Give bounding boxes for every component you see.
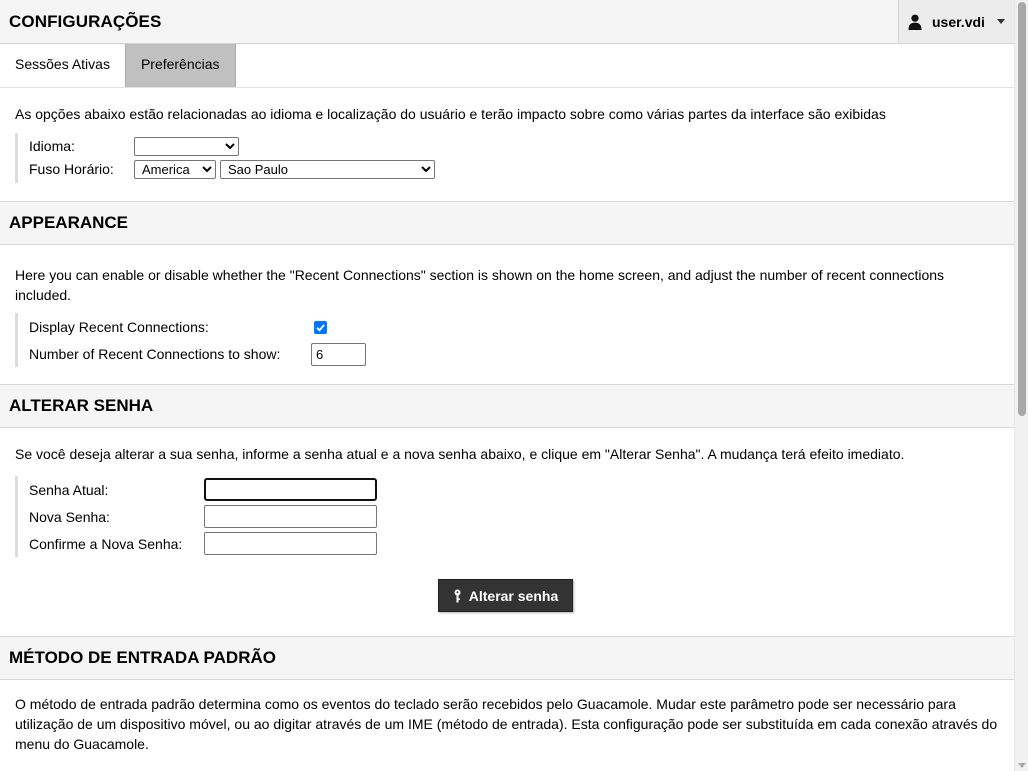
appearance-section: Here you can enable or disable whether t… xyxy=(0,245,1014,384)
display-recent-checkbox[interactable] xyxy=(314,320,327,334)
timezone-region-select[interactable]: America xyxy=(134,159,216,179)
input-method-section: O método de entrada padrão determina com… xyxy=(0,680,1014,754)
language-fieldset: Idioma: Fuso Horário: America Sao Paulo xyxy=(15,133,999,183)
timezone-city-select[interactable]: Sao Paulo xyxy=(220,159,435,179)
appearance-header: APPEARANCE xyxy=(0,201,1014,245)
language-select[interactable] xyxy=(134,136,239,156)
new-password-input[interactable] xyxy=(204,505,377,528)
new-password-label: Nova Senha: xyxy=(29,508,110,525)
timezone-label: Fuso Horário: xyxy=(29,161,114,177)
input-method-description: O método de entrada padrão determina com… xyxy=(15,696,998,752)
user-icon xyxy=(908,14,922,30)
appearance-fieldset: Display Recent Connections: Number of Re… xyxy=(15,313,999,367)
language-section: As opções abaixo estão relacionadas ao i… xyxy=(0,88,1014,201)
change-password-button[interactable]: Alterar senha xyxy=(438,579,573,612)
settings-page: CONFIGURAÇÕES user.vdi Sessões Ativas Pr… xyxy=(0,0,1014,771)
password-actions: Alterar senha xyxy=(15,579,999,612)
username-label: user.vdi xyxy=(932,13,985,30)
vertical-scrollbar[interactable] xyxy=(1014,0,1028,771)
password-fieldset: Senha Atual: Nova Senha: Confirme a Nova… xyxy=(15,476,999,557)
input-method-header: MÉTODO DE ENTRADA PADRÃO xyxy=(0,636,1014,680)
password-description: Se você deseja alterar a sua senha, info… xyxy=(15,446,905,462)
appearance-description: Here you can enable or disable whether t… xyxy=(15,267,945,303)
password-header: ALTERAR SENHA xyxy=(0,384,1014,428)
current-password-input[interactable] xyxy=(204,478,377,501)
change-password-label: Alterar senha xyxy=(468,587,559,604)
confirm-password-input[interactable] xyxy=(204,532,377,555)
password-section: Se você deseja alterar a sua senha, info… xyxy=(0,428,1014,632)
key-icon xyxy=(454,589,461,602)
page-title: CONFIGURAÇÕES xyxy=(9,11,162,31)
scroll-down-icon[interactable] xyxy=(1018,763,1026,768)
recent-count-label: Number of Recent Connections to show: xyxy=(29,346,281,362)
display-recent-label: Display Recent Connections: xyxy=(29,319,209,335)
scrollbar-thumb[interactable] xyxy=(1018,2,1026,416)
confirm-password-label: Confirme a Nova Senha: xyxy=(29,535,183,552)
app-header: CONFIGURAÇÕES user.vdi xyxy=(0,0,1014,44)
settings-tabs: Sessões Ativas Preferências xyxy=(0,44,1014,88)
language-label: Idioma: xyxy=(29,138,75,154)
checkmark-icon xyxy=(316,323,325,332)
chevron-down-icon xyxy=(996,19,1005,24)
recent-count-input[interactable] xyxy=(311,342,366,366)
language-description: As opções abaixo estão relacionadas ao i… xyxy=(15,106,886,122)
user-menu-button[interactable]: user.vdi xyxy=(898,0,1014,43)
tab-preferences[interactable]: Preferências xyxy=(124,44,236,87)
tab-active-sessions[interactable]: Sessões Ativas xyxy=(0,44,125,87)
current-password-label: Senha Atual: xyxy=(29,481,109,498)
